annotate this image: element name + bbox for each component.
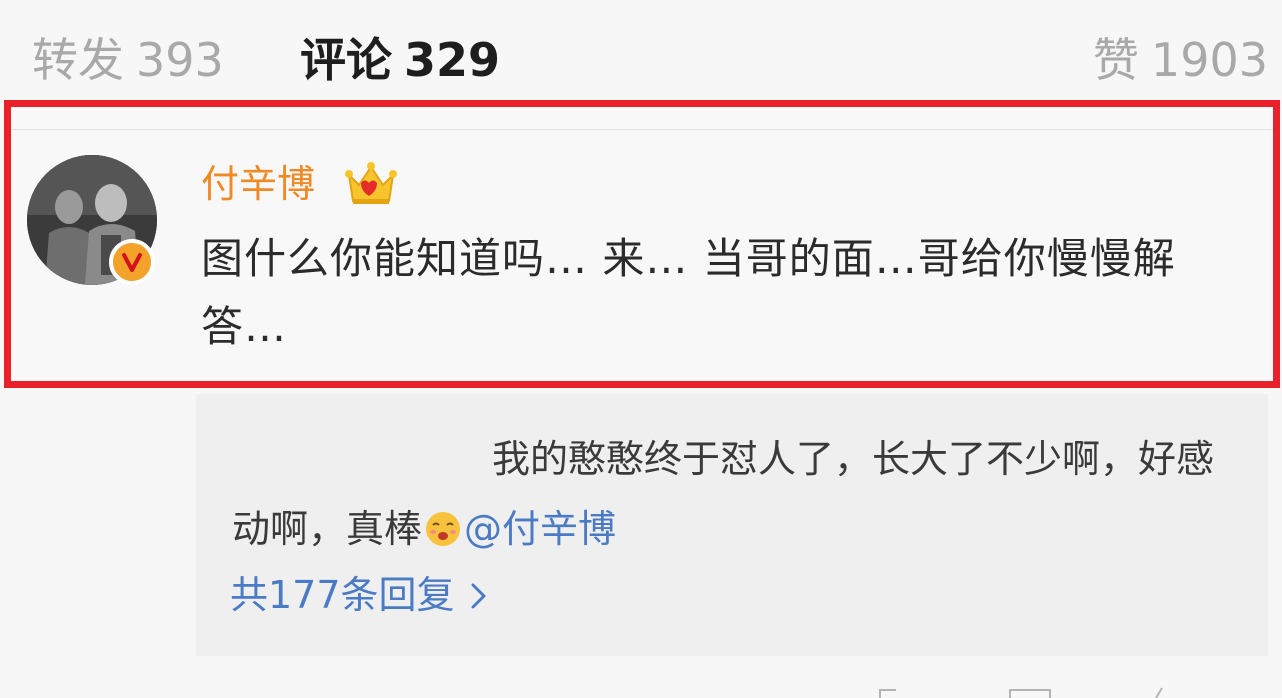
verified-badge-icon: [109, 239, 155, 285]
divider: [11, 129, 1273, 130]
comment-username[interactable]: 付辛博: [201, 159, 315, 209]
tab-bar: 转发 393 评论 329 赞 1903: [0, 0, 1282, 110]
reply-text: 我的憨憨终于怼人了，长大了不少啊，好感动啊，真棒 @付辛博: [232, 424, 1232, 564]
highlighted-comment: 付辛博 图什么你能知道吗… 来… 当哥的面…哥给你慢慢解答…: [4, 100, 1280, 388]
emoji-icon: [426, 512, 461, 546]
mention-link[interactable]: @付辛博: [464, 507, 616, 551]
tab-repost[interactable]: 转发 393: [32, 30, 224, 90]
crown-icon: [345, 162, 397, 204]
reply-preview[interactable]: 我的憨憨终于怼人了，长大了不少啊，好感动啊，真棒 @付辛博 共177条回复: [196, 394, 1268, 656]
chevron-right-icon: [471, 583, 486, 609]
view-replies-link[interactable]: 共177条回复: [230, 570, 489, 620]
share-icon: [879, 689, 896, 698]
tab-like[interactable]: 赞 1903: [1093, 30, 1268, 90]
tab-like-label: 赞: [1092, 33, 1139, 87]
tab-comment-label: 评论: [300, 33, 392, 87]
tab-like-count: 1903: [1150, 33, 1268, 87]
comment-icon: [1009, 689, 1051, 698]
tab-repost-count: 393: [136, 33, 224, 87]
reply-text-body: 我的憨憨终于怼人了，长大了不少啊，好感动啊，真棒: [232, 437, 1215, 551]
replies-link-label: 共177条回复: [230, 573, 455, 617]
like-icon: [1155, 687, 1163, 698]
bottom-actions: [879, 687, 1163, 698]
tab-comment[interactable]: 评论 329: [300, 30, 500, 90]
comment-text: 图什么你能知道吗… 来… 当哥的面…哥给你慢慢解答…: [201, 234, 1176, 351]
tab-comment-count: 329: [404, 33, 501, 87]
tab-repost-label: 转发: [32, 33, 124, 87]
